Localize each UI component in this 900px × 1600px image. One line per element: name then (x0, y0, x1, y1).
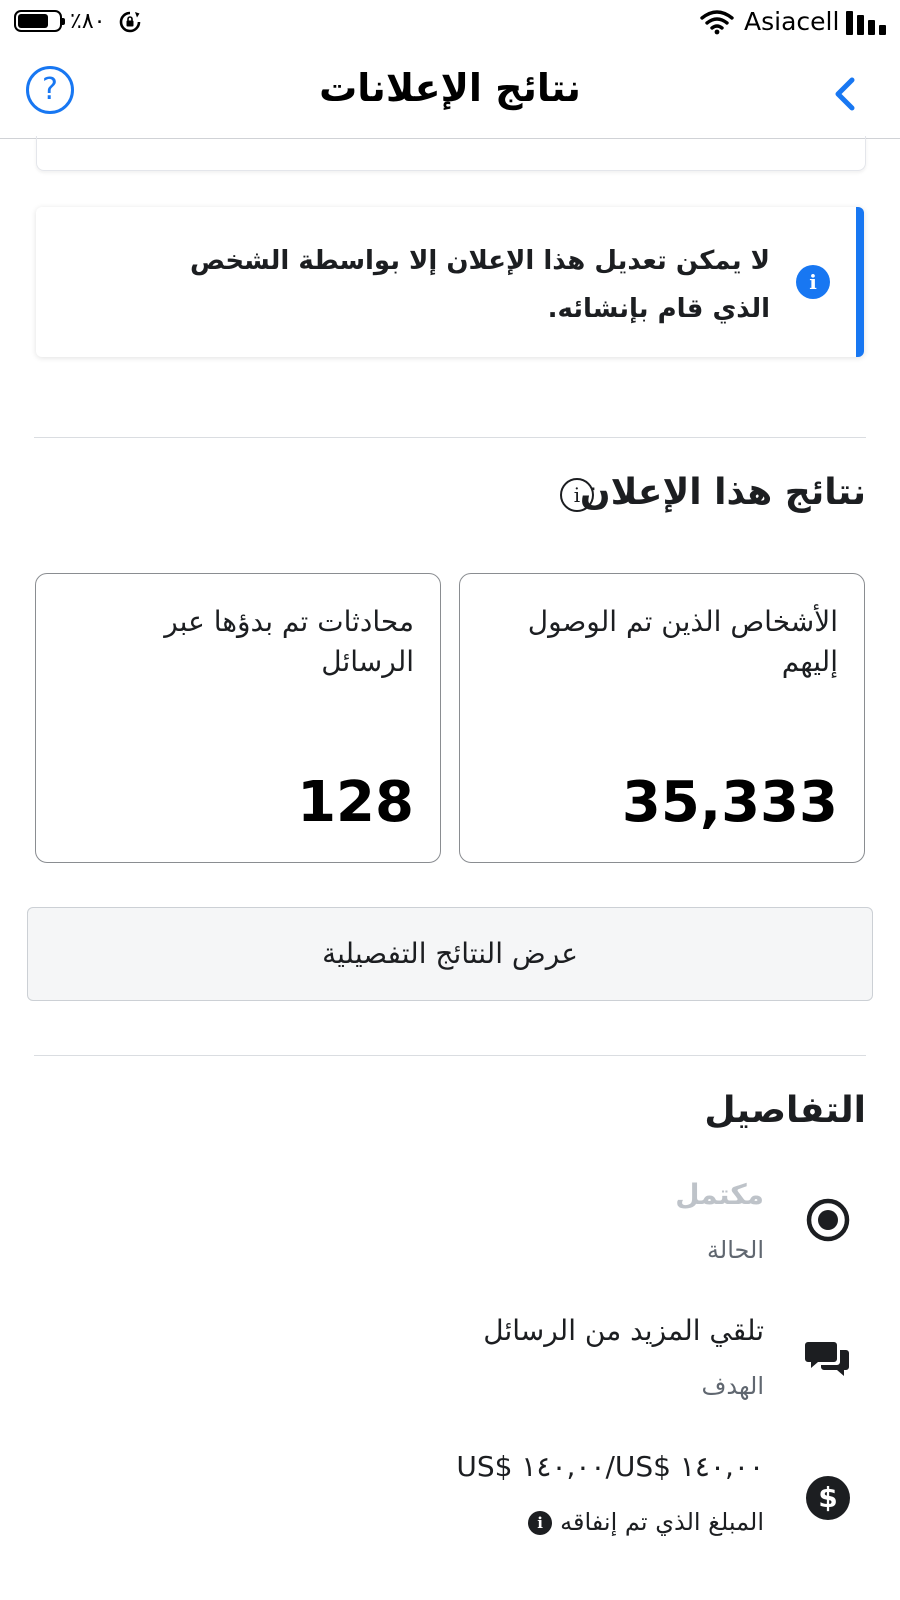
metric-value: 35,333 (621, 770, 838, 835)
info-icon: i (796, 265, 830, 299)
rotation-lock-icon (118, 10, 142, 38)
details-section-title: التفاصيل (704, 1090, 866, 1131)
chevron-left-icon (835, 77, 855, 111)
notice-accent-bar (856, 207, 864, 357)
back-button[interactable] (822, 70, 868, 118)
carrier-name: Asiacell (744, 7, 840, 36)
previous-card-edge (36, 136, 866, 171)
detail-row-amount-spent: $ US$ ١٤٠,٠٠/US$ ١٤٠,٠٠ المبلغ الذي تم إ… (0, 1442, 900, 1562)
edit-restriction-notice: i لا يمكن تعديل هذا الإعلان إلا بواسطة ا… (36, 207, 864, 357)
radio-status-icon (804, 1196, 852, 1244)
question-icon: ? (42, 72, 58, 107)
objective-label: الهدف (701, 1372, 764, 1400)
metric-card-conversations[interactable]: محادثات تم بدؤها عبر الرسائل 128 (35, 573, 441, 863)
notice-text: لا يمكن تعديل هذا الإعلان إلا بواسطة الش… (189, 246, 770, 324)
wifi-icon (700, 9, 734, 39)
status-value: مكتمل (675, 1178, 764, 1211)
battery-icon (14, 10, 65, 32)
divider (34, 1055, 866, 1056)
detail-row-status: مكتمل الحالة (0, 1170, 900, 1290)
metric-card-reach[interactable]: الأشخاص الذين تم الوصول إليهم 35,333 (459, 573, 865, 863)
amount-spent-label-wrap: المبلغ الذي تم إنفاقه i (528, 1508, 764, 1536)
detail-row-objective: تلقي المزيد من الرسائل الهدف (0, 1306, 900, 1426)
status-label: الحالة (707, 1236, 764, 1264)
view-detailed-results-button[interactable]: عرض النتائج التفصيلية (27, 907, 873, 1001)
metric-value: 128 (297, 770, 414, 835)
objective-value: تلقي المزيد من الرسائل (483, 1314, 764, 1347)
amount-spent-label: المبلغ الذي تم إنفاقه (560, 1508, 764, 1536)
metric-label: الأشخاص الذين تم الوصول إليهم (527, 605, 838, 678)
divider (34, 437, 866, 438)
metric-label: محادثات تم بدؤها عبر الرسائل (164, 605, 414, 678)
help-button[interactable]: ? (26, 66, 74, 114)
status-bar: ٪٨٠ Asiacell (0, 0, 900, 44)
nav-header: نتائج الإعلانات ? (0, 54, 900, 139)
signal-icon (846, 11, 890, 35)
battery-level (18, 14, 48, 28)
info-icon[interactable]: i (560, 478, 594, 512)
amount-spent-value: US$ ١٤٠,٠٠/US$ ١٤٠,٠٠ (456, 1450, 764, 1483)
results-section-title: نتائج هذا الإعلان (579, 472, 866, 513)
battery-percentage: ٪٨٠ (70, 9, 106, 34)
dollar-icon: $ (804, 1474, 852, 1522)
chat-bubbles-icon (804, 1336, 852, 1384)
page-title: نتائج الإعلانات (319, 66, 581, 110)
info-icon[interactable]: i (528, 1511, 553, 1535)
svg-text:$: $ (818, 1481, 837, 1514)
